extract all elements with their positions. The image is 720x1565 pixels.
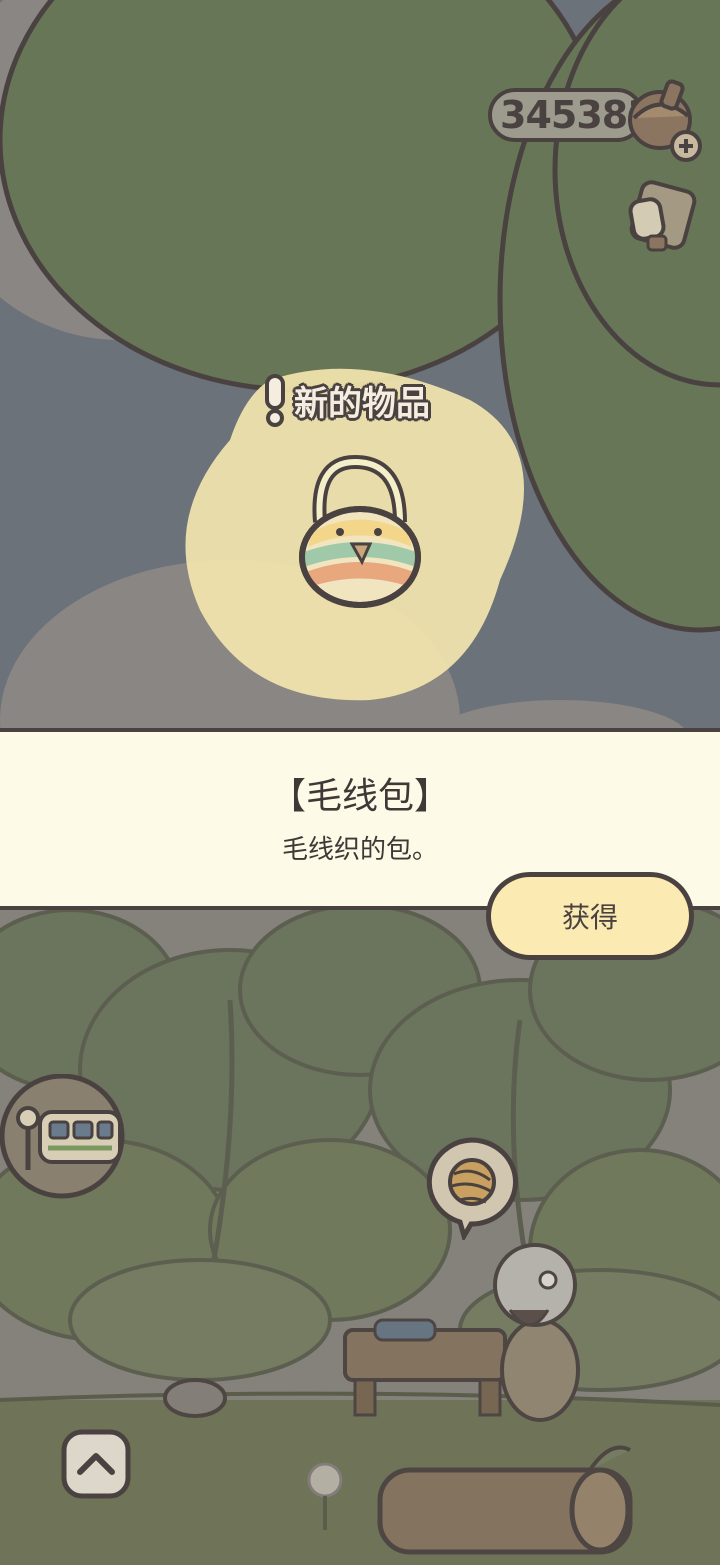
yarn-bag-icon (299, 454, 421, 608)
item-name: 【毛线包】 (269, 776, 450, 817)
collapse-button[interactable] (60, 1428, 132, 1500)
new-item-badge: 新的物品 (262, 372, 430, 428)
chevron-up-icon (61, 1429, 131, 1499)
yarn-ball-icon[interactable] (424, 1136, 520, 1240)
obtain-button[interactable]: 获得 (486, 872, 694, 960)
acorn-count: 345383 (500, 93, 654, 137)
bus-icon[interactable] (0, 1074, 126, 1202)
item-description: 毛线织的包。 (281, 835, 438, 865)
buy-acorns-button[interactable] (622, 72, 710, 164)
side-menu-button[interactable] (620, 178, 700, 258)
obtain-button-label: 获得 (561, 901, 618, 934)
bandage-icon (628, 180, 697, 252)
new-item-label: 新的物品 (294, 383, 430, 424)
exclamation-icon (265, 374, 285, 427)
acorn-icon (628, 79, 702, 162)
